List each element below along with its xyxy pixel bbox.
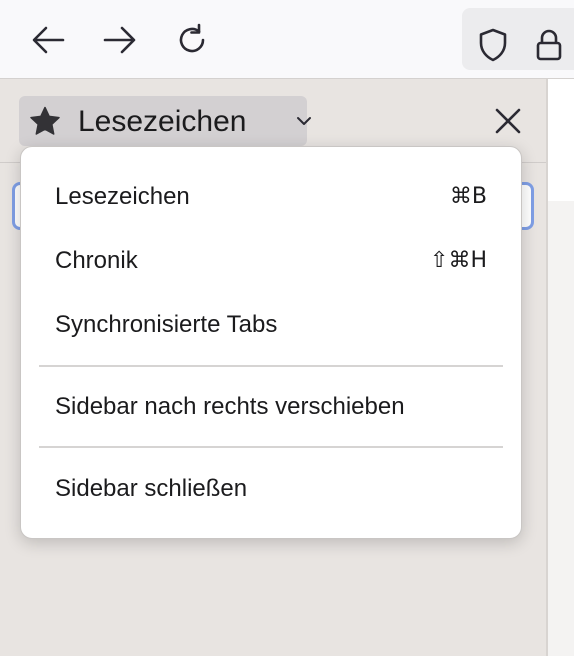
page-content — [548, 79, 574, 201]
sidebar-switcher-menu: Lesezeichen ⌘B Chronik ⇧⌘H Synchronisier… — [20, 146, 522, 539]
reload-button[interactable] — [170, 18, 214, 62]
menu-item-label: Lesezeichen — [55, 183, 190, 210]
menu-item-shortcut: ⇧⌘H — [430, 248, 487, 273]
menu-item-bookmarks[interactable]: Lesezeichen ⌘B — [21, 169, 521, 225]
shield-icon — [479, 28, 507, 62]
menu-separator — [39, 446, 503, 448]
menu-item-label: Sidebar nach rechts verschieben — [55, 393, 405, 420]
menu-item-label: Synchronisierte Tabs — [55, 311, 278, 338]
menu-item-move-sidebar-right[interactable]: Sidebar nach rechts verschieben — [21, 379, 521, 435]
lock-icon — [536, 29, 562, 61]
close-icon — [495, 108, 521, 134]
menu-item-synced-tabs[interactable]: Synchronisierte Tabs — [21, 297, 521, 353]
star-icon — [30, 106, 60, 135]
arrow-left-icon — [32, 26, 65, 54]
arrow-right-icon — [103, 26, 136, 54]
sidebar-switcher-button[interactable]: Lesezeichen — [19, 96, 311, 146]
sidebar-switcher-title: Lesezeichen — [78, 105, 247, 138]
menu-item-label: Chronik — [55, 247, 138, 274]
page-content-below — [548, 201, 574, 656]
menu-item-shortcut: ⌘B — [449, 184, 487, 209]
tracking-protection-button[interactable] — [476, 28, 510, 62]
forward-button[interactable] — [98, 18, 142, 62]
url-bar[interactable] — [462, 8, 574, 70]
chevron-down-icon — [297, 117, 311, 125]
browser-toolbar — [0, 0, 574, 79]
menu-item-history[interactable]: Chronik ⇧⌘H — [21, 233, 521, 289]
menu-item-close-sidebar[interactable]: Sidebar schließen — [21, 461, 521, 517]
back-button[interactable] — [26, 18, 70, 62]
reload-icon — [179, 23, 205, 53]
close-sidebar-button[interactable] — [488, 100, 528, 142]
menu-separator — [39, 365, 503, 367]
site-info-button[interactable] — [532, 28, 566, 62]
menu-item-label: Sidebar schließen — [55, 475, 248, 502]
